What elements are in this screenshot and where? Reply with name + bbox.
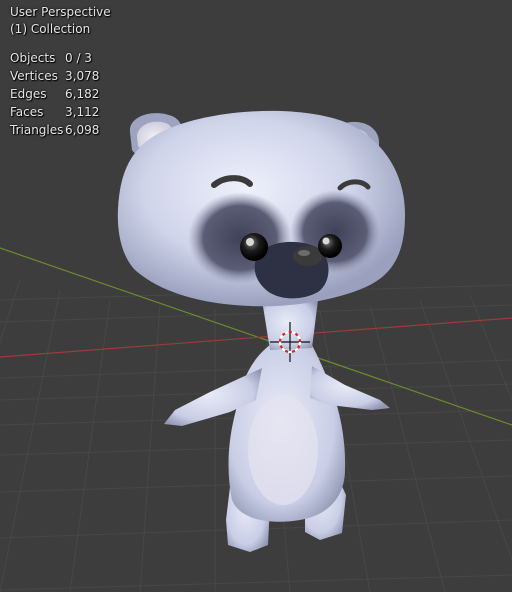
bear-nose-highlight (298, 250, 310, 256)
bear-model[interactable] (117, 110, 406, 552)
bear-right-eye-glint (322, 237, 330, 245)
viewport-scene[interactable] (0, 0, 512, 592)
bear-belly (248, 395, 318, 505)
bear-left-eye-glint (246, 238, 254, 246)
x-axis-line (0, 317, 512, 358)
bear-right-eye (318, 234, 342, 258)
bear-left-eye (240, 233, 268, 261)
3d-viewport[interactable]: User Perspective (1) Collection Objects … (0, 0, 512, 592)
